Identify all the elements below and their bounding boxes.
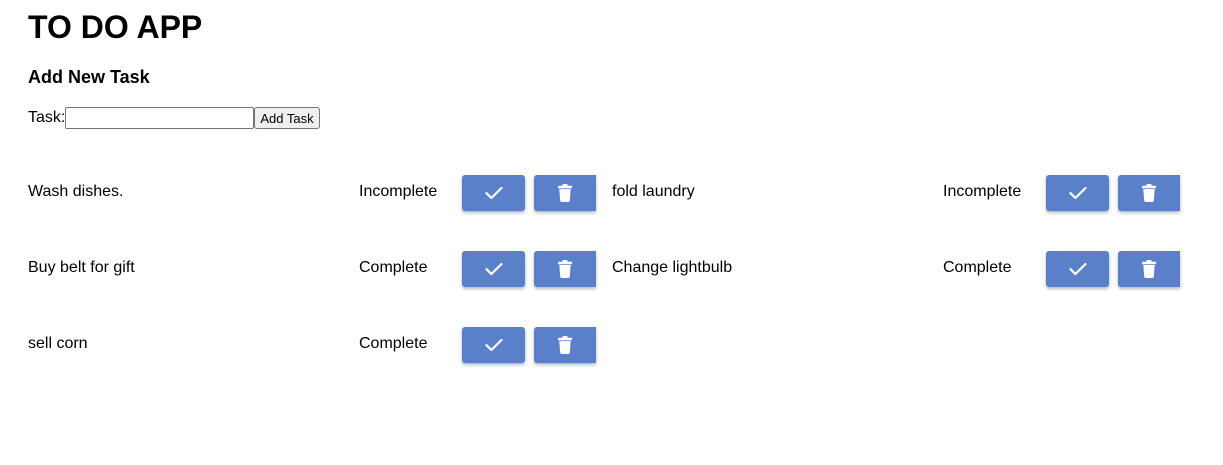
complete-button[interactable]: [462, 251, 525, 287]
task-status: Incomplete: [359, 183, 438, 200]
check-icon: [1068, 186, 1087, 200]
delete-button[interactable]: [1118, 175, 1180, 211]
complete-button[interactable]: [1046, 251, 1109, 287]
task-item: Buy belt for gift Complete: [28, 250, 612, 287]
complete-button[interactable]: [462, 327, 525, 363]
task-name: Buy belt for gift: [28, 259, 135, 276]
complete-button[interactable]: [1046, 175, 1109, 211]
task-name: sell corn: [28, 335, 88, 352]
check-icon: [1068, 262, 1087, 276]
task-item: sell corn Complete: [28, 326, 612, 363]
app-title: TO DO APP: [28, 9, 203, 45]
task-status: Incomplete: [943, 183, 1022, 200]
trash-icon: [1142, 184, 1156, 202]
task-list: Wash dishes. Incomplete fold laundry Inc…: [28, 174, 1180, 363]
check-icon: [484, 338, 503, 352]
add-task-button[interactable]: Add Task: [254, 107, 320, 129]
task-name: Wash dishes.: [28, 183, 124, 200]
delete-button[interactable]: [534, 175, 596, 211]
delete-button[interactable]: [534, 251, 596, 287]
task-name: fold laundry: [612, 183, 695, 200]
task-item: Wash dishes. Incomplete: [28, 174, 612, 211]
check-icon: [484, 262, 503, 276]
task-label: Task:: [28, 109, 66, 126]
delete-button[interactable]: [1118, 251, 1180, 287]
task-status: Complete: [359, 335, 428, 352]
add-task-form: Task: Add Task: [28, 107, 320, 129]
check-icon: [484, 186, 503, 200]
task-input[interactable]: [65, 107, 255, 129]
trash-icon: [558, 260, 572, 278]
trash-icon: [1142, 260, 1156, 278]
add-task-heading: Add New Task: [28, 67, 150, 87]
task-status: Complete: [359, 259, 428, 276]
task-name: Change lightbulb: [612, 259, 733, 276]
complete-button[interactable]: [462, 175, 525, 211]
trash-icon: [558, 336, 572, 354]
delete-button[interactable]: [534, 327, 596, 363]
task-item: Change lightbulb Complete: [612, 250, 1180, 287]
trash-icon: [558, 184, 572, 202]
task-status: Complete: [943, 259, 1012, 276]
task-item: fold laundry Incomplete: [612, 174, 1180, 211]
